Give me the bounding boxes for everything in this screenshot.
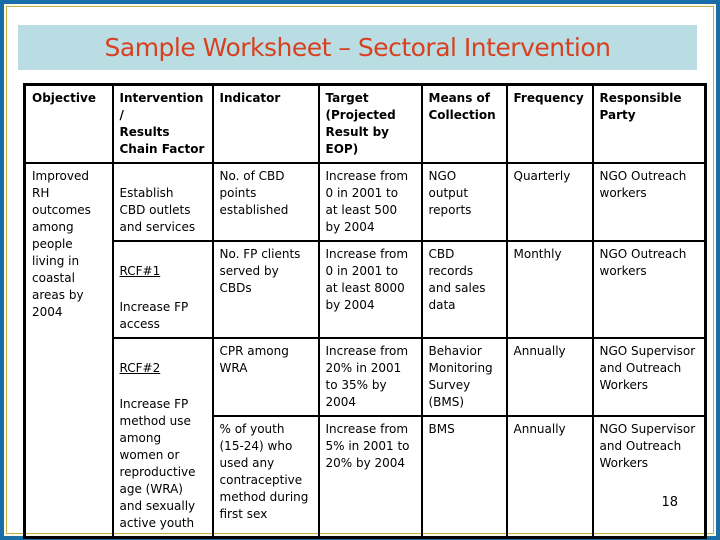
header-indicator: Indicator [211,83,320,164]
objective-cell: Improved RH outcomes among people living… [23,162,114,539]
header-objective: Objective [23,83,114,164]
header-target: Target (Projected Result by EOP) [317,83,423,164]
header-frequency: Frequency [505,83,594,164]
rcf-code: RCF#2 [119,361,161,375]
frequency-cell: Monthly [505,240,594,339]
intervention-cell: RCF#1 Increase FP access [111,240,214,339]
header-means-of-collection: Means of Collection [420,83,508,164]
intervention-text: Increase FP access [119,300,189,331]
means-cell: Behavior Monitoring Survey (BMS) [420,337,508,417]
header-responsible-party: Responsible Party [591,83,707,164]
indicator-cell: No. of CBD points established [211,162,320,242]
table-row: Improved RH outcomes among people living… [23,162,707,539]
indicator-cell: CPR among WRA [211,337,320,417]
responsible-cell: NGO Supervisor and Outreach Workers [591,337,707,417]
target-cell: Increase from 5% in 2001 to 20% by 2004 [317,415,423,539]
responsible-cell: NGO Outreach workers [591,240,707,339]
header-intervention: Intervention / Results Chain Factor [111,83,214,164]
table-row: RCF#2 Increase FP method use among women… [25,337,707,539]
intervention-cell: RCF#2 Increase FP method use among women… [111,337,214,539]
means-cell: BMS [420,415,508,539]
intervention-text: Establish CBD outlets and services [119,186,196,234]
target-cell: Increase from 20% in 2001 to 35% by 2004 [317,337,423,417]
indicator-cell: % of youth (15-24) who used any contrace… [211,415,320,539]
responsible-cell: NGO Outreach workers [591,162,707,242]
intervention-text: Increase FP method use among women or re… [119,397,196,530]
target-cell: Increase from 0 in 2001 to at least 8000… [317,240,423,339]
means-cell: CBD records and sales data [420,240,508,339]
page-number: 18 [661,495,678,510]
table-row: RCF#1 Increase FP access No. FP clients … [25,240,707,339]
title-banner: Sample Worksheet – Sectoral Intervention [18,25,697,70]
frequency-cell: Annually [505,415,594,539]
target-cell: Increase from 0 in 2001 to at least 500 … [317,162,423,242]
frequency-cell: Annually [505,337,594,417]
slide-title: Sample Worksheet – Sectoral Intervention [104,33,612,62]
header-row: Objective Intervention / Results Chain F… [23,83,707,164]
worksheet-table: Objective Intervention / Results Chain F… [23,83,707,539]
responsible-cell: NGO Supervisor and Outreach Workers [591,415,707,539]
frequency-cell: Quarterly [505,162,594,242]
intervention-cell: Establish CBD outlets and services [111,162,214,242]
indicator-cell: No. FP clients served by CBDs [211,240,320,339]
means-cell: NGO output reports [420,162,508,242]
rcf-code: RCF#1 [119,264,161,278]
